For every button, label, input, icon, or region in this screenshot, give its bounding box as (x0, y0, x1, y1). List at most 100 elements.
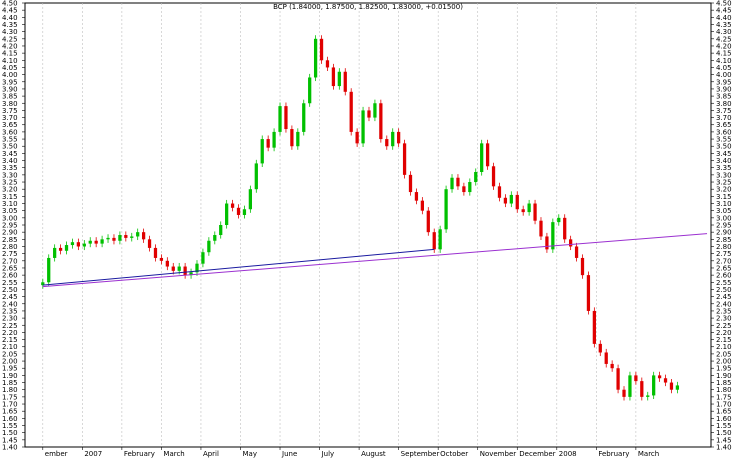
candle-body (509, 194, 513, 204)
candle-body (94, 240, 98, 244)
y-tick-label-left: 3.25 (2, 179, 18, 187)
candle-body (260, 139, 264, 164)
y-tick-label-left: 4.35 (2, 21, 18, 29)
y-tick-label-right: 2.95 (716, 222, 732, 230)
y-tick-label-right: 2.30 (716, 315, 732, 323)
y-tick-label-right: 2.75 (716, 250, 732, 258)
y-tick-label-right: 3.45 (716, 150, 732, 158)
candle-body (213, 235, 217, 241)
y-tick-label-right: 4.10 (716, 57, 732, 65)
y-tick-label-left: 2.65 (2, 264, 18, 272)
y-tick-label-left: 2.85 (2, 236, 18, 244)
candle-body (225, 203, 229, 225)
candle-body (349, 91, 353, 132)
y-tick-label-right: 3.00 (716, 214, 732, 222)
y-tick-label-left: 1.55 (2, 422, 18, 430)
candle-body (521, 209, 525, 213)
candle-body (230, 203, 235, 208)
y-tick-label-left: 4.25 (2, 35, 18, 43)
candle-body (147, 239, 152, 248)
x-tick-label: May (242, 450, 256, 458)
x-tick-label: September (401, 450, 440, 458)
candle-body (468, 182, 472, 193)
candle-body (503, 197, 508, 204)
x-tick-label: ember (45, 450, 68, 458)
y-tick-label-right: 1.90 (716, 372, 732, 380)
y-tick-label-left: 1.70 (2, 401, 18, 409)
y-tick-label-left: 3.95 (2, 78, 18, 86)
y-tick-label-right: 3.60 (716, 128, 732, 136)
y-tick-label-right: 4.35 (716, 21, 732, 29)
candle-body (331, 67, 336, 87)
candle-body (450, 177, 454, 190)
x-tick-label: 2007 (84, 450, 102, 458)
y-tick-label-left: 3.40 (2, 157, 18, 165)
y-tick-label-right: 3.65 (716, 121, 732, 129)
y-tick-label-left: 1.60 (2, 415, 18, 423)
y-tick-label-left: 2.20 (2, 329, 18, 337)
y-tick-label-left: 3.75 (2, 107, 18, 115)
y-tick-label-right: 3.80 (716, 100, 732, 108)
candle-body (266, 139, 270, 148)
y-tick-label-right: 4.45 (716, 7, 732, 15)
x-tick-label: March (638, 450, 659, 458)
candle-body (106, 237, 110, 240)
y-tick-label-right: 1.80 (716, 386, 732, 394)
y-tick-label-right: 2.05 (716, 350, 732, 358)
y-tick-label-right: 2.45 (716, 293, 732, 301)
y-tick-label-left: 4.15 (2, 50, 18, 58)
y-tick-label-left: 2.70 (2, 257, 18, 265)
candle-body (592, 310, 596, 344)
chart-title: BCP (1.84000, 1.87500, 1.82500, 1.83000,… (273, 3, 463, 11)
y-tick-label-left: 3.35 (2, 164, 18, 172)
candle-body (76, 242, 81, 247)
y-tick-label-right: 1.50 (716, 429, 732, 437)
candle-body (527, 203, 531, 213)
y-tick-label-right: 2.15 (716, 336, 732, 344)
candle-body (391, 131, 395, 147)
candle-body (159, 257, 164, 261)
candle-body (385, 139, 389, 147)
y-tick-label-left: 2.60 (2, 272, 18, 280)
candle-body (551, 222, 555, 250)
candle-body (58, 247, 63, 251)
y-tick-label-right: 1.65 (716, 408, 732, 416)
y-tick-label-right: 3.50 (716, 143, 732, 151)
y-tick-label-right: 3.35 (716, 164, 732, 172)
candle-body (663, 378, 668, 383)
candle-body (574, 246, 579, 258)
candle-body (207, 240, 211, 253)
y-tick-label-left: 2.95 (2, 222, 18, 230)
y-tick-label-left: 4.40 (2, 14, 18, 22)
chart-background (0, 0, 737, 458)
candle-body (414, 192, 419, 201)
candle-body (628, 375, 632, 397)
candle-body (379, 103, 383, 140)
x-tick-label: December (519, 450, 555, 458)
y-tick-label-right: 1.45 (716, 436, 732, 444)
y-tick-label-left: 2.35 (2, 307, 18, 315)
y-tick-label-right: 1.85 (716, 379, 732, 387)
candle-body (112, 237, 116, 241)
y-tick-label-left: 3.15 (2, 193, 18, 201)
x-tick-label: March (163, 450, 184, 458)
y-tick-label-right: 3.85 (716, 93, 732, 101)
y-tick-label-left: 2.90 (2, 229, 18, 237)
candle-body (640, 381, 644, 397)
y-tick-label-right: 3.25 (716, 179, 732, 187)
y-tick-label-left: 3.05 (2, 207, 18, 215)
y-tick-label-right: 4.50 (716, 0, 732, 8)
y-tick-label-left: 2.40 (2, 300, 18, 308)
y-tick-label-left: 2.55 (2, 279, 18, 287)
y-tick-label-right: 3.10 (716, 200, 732, 208)
candle-body (296, 131, 300, 147)
y-tick-label-left: 3.20 (2, 186, 18, 194)
y-tick-label-left: 4.30 (2, 28, 18, 36)
x-tick-label: February (124, 450, 155, 458)
candle-body (616, 368, 620, 390)
y-tick-label-right: 2.35 (716, 307, 732, 315)
candle-body (438, 229, 442, 250)
candle-body (491, 166, 496, 187)
y-tick-label-left: 1.45 (2, 436, 18, 444)
y-tick-label-right: 3.05 (716, 207, 732, 215)
